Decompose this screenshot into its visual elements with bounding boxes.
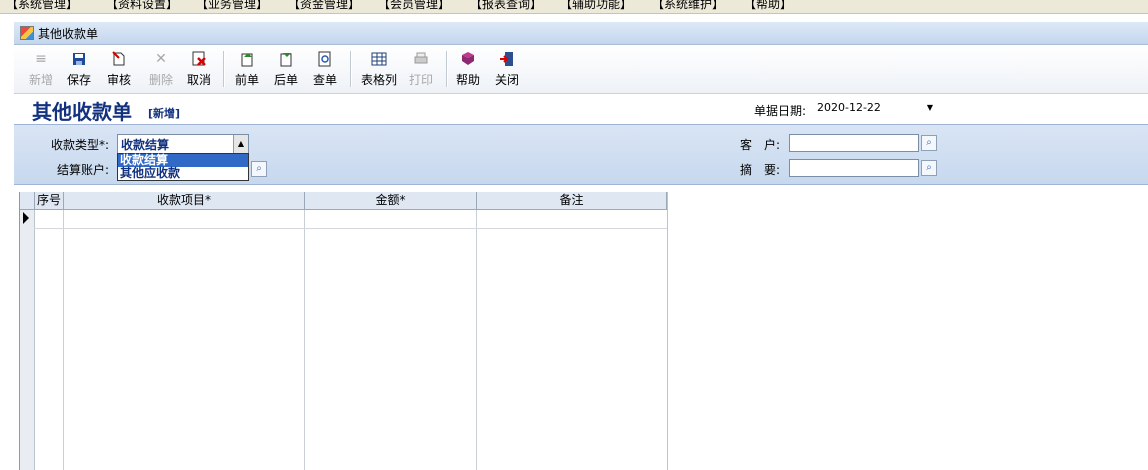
- bill-date-label: 单据日期:: [754, 104, 807, 118]
- toolbar: ≡ 新增 保存 审核 ✕ 删除 取消 前单 后单 查单 表格列 打印 帮助 关闭: [14, 45, 1148, 94]
- column-header-index[interactable]: 序号: [35, 192, 64, 210]
- dropdown-option[interactable]: 其他应收款: [118, 167, 248, 180]
- window-title: 其他收款单: [38, 27, 99, 41]
- printer-icon: [413, 51, 429, 67]
- row-indicator-column: [20, 210, 35, 470]
- summary-field[interactable]: [789, 159, 919, 177]
- receipt-type-label: 收款类型*:: [51, 138, 110, 152]
- chevron-up-icon[interactable]: ▲: [233, 135, 248, 153]
- main-menu-bar: 【系统管理】 【资料设置】 【业务管理】 【资金管理】 【会员管理】 【报表查询…: [0, 0, 1148, 14]
- customer-label: 客 户:: [740, 138, 781, 152]
- previous-bill-button[interactable]: 前单: [228, 49, 266, 89]
- grid-column-index: [35, 210, 64, 470]
- grid-corner: [20, 192, 35, 210]
- exit-door-icon: [499, 51, 515, 67]
- floppy-disk-icon: [71, 51, 87, 67]
- cancel-button[interactable]: 取消: [180, 49, 218, 89]
- column-header-amount[interactable]: 金额*: [305, 192, 477, 210]
- menu-business[interactable]: 【业务管理】: [196, 0, 268, 12]
- grid-column-item[interactable]: [64, 210, 305, 470]
- print-button[interactable]: 打印: [402, 49, 440, 89]
- next-document-icon: [278, 51, 294, 67]
- window-title-bar: 其他收款单: [14, 22, 1148, 45]
- close-button-label: 关闭: [494, 73, 519, 87]
- cancel-button-label: 取消: [186, 73, 211, 87]
- chevron-down-icon[interactable]: ▼: [927, 100, 933, 116]
- delete-button-label: 删除: [148, 73, 173, 87]
- summary-label: 摘 要:: [740, 163, 781, 177]
- menu-data-settings[interactable]: 【资料设置】: [106, 0, 178, 12]
- status-badge: [新增]: [148, 107, 181, 120]
- bill-date-value: 2020-12-22: [817, 101, 881, 114]
- help-button-label: 帮助: [455, 73, 480, 87]
- find-bill-button[interactable]: 查单: [306, 49, 344, 89]
- menu-funds[interactable]: 【资金管理】: [288, 0, 360, 12]
- receipt-type-dropdown: 收款结算 其他应收款: [117, 153, 249, 181]
- save-button[interactable]: 保存: [60, 49, 98, 89]
- summary-lookup-icon[interactable]: ⌕: [921, 160, 937, 176]
- menu-system[interactable]: 【系统管理】: [6, 0, 78, 12]
- audit-document-icon: [111, 51, 127, 67]
- toolbar-separator: [223, 51, 225, 87]
- bill-date-picker[interactable]: 2020-12-22 ▼: [814, 100, 935, 116]
- window-app-icon: [20, 26, 34, 40]
- help-book-icon: [460, 51, 476, 67]
- current-row-arrow-icon: [23, 212, 29, 224]
- find-document-icon: [317, 51, 333, 67]
- save-button-label: 保存: [66, 73, 91, 87]
- grid-column-amount[interactable]: [305, 210, 477, 470]
- table-row[interactable]: [34, 228, 667, 229]
- customer-lookup-icon[interactable]: ⌕: [921, 135, 937, 151]
- menu-members[interactable]: 【会员管理】: [378, 0, 450, 12]
- close-button[interactable]: 关闭: [488, 49, 526, 89]
- toolbar-separator: [350, 51, 352, 87]
- receipt-type-select[interactable]: 收款结算 ▲: [117, 134, 249, 154]
- menu-auxiliary[interactable]: 【辅助功能】: [560, 0, 632, 12]
- cancel-icon: [191, 51, 207, 67]
- customer-field[interactable]: [789, 134, 919, 152]
- table-columns-button[interactable]: 表格列: [358, 49, 400, 89]
- bill-form-panel: 收款类型*: 收款结算 ▲ 收款结算 其他应收款 结算账户: ⌕ 客 户: ⌕ …: [14, 124, 1148, 185]
- grid-column-remark[interactable]: [477, 210, 666, 470]
- menu-help[interactable]: 【帮助】: [744, 0, 792, 12]
- table-grid-icon: [371, 51, 387, 67]
- previous-bill-label: 前单: [234, 73, 259, 87]
- column-header-remark[interactable]: 备注: [477, 192, 667, 210]
- receipt-type-value: 收款结算: [121, 138, 170, 152]
- account-lookup-icon[interactable]: ⌕: [251, 161, 267, 177]
- settlement-account-label: 结算账户:: [57, 163, 110, 177]
- menu-reports[interactable]: 【报表查询】: [470, 0, 542, 12]
- next-bill-button[interactable]: 后单: [267, 49, 305, 89]
- column-header-item[interactable]: 收款项目*: [64, 192, 305, 210]
- menu-maintenance[interactable]: 【系统维护】: [652, 0, 724, 12]
- new-button-label: 新增: [28, 73, 53, 87]
- audit-button-label: 审核: [106, 73, 131, 87]
- table-columns-label: 表格列: [360, 73, 397, 87]
- new-document-icon: ≡: [35, 51, 47, 67]
- bill-header: 其他收款单 [新增] 单据日期: 2020-12-22 ▼: [14, 94, 1148, 124]
- toolbar-separator: [446, 51, 448, 87]
- print-button-label: 打印: [408, 73, 433, 87]
- detail-grid[interactable]: 序号 收款项目* 金额* 备注: [19, 192, 668, 470]
- previous-document-icon: [239, 51, 255, 67]
- find-bill-label: 查单: [312, 73, 337, 87]
- delete-x-icon: ✕: [155, 51, 167, 67]
- new-button[interactable]: ≡ 新增: [22, 49, 60, 89]
- delete-button[interactable]: ✕ 删除: [142, 49, 180, 89]
- next-bill-label: 后单: [273, 73, 298, 87]
- audit-button[interactable]: 审核: [100, 49, 138, 89]
- page-title: 其他收款单: [32, 100, 132, 124]
- help-button[interactable]: 帮助: [449, 49, 487, 89]
